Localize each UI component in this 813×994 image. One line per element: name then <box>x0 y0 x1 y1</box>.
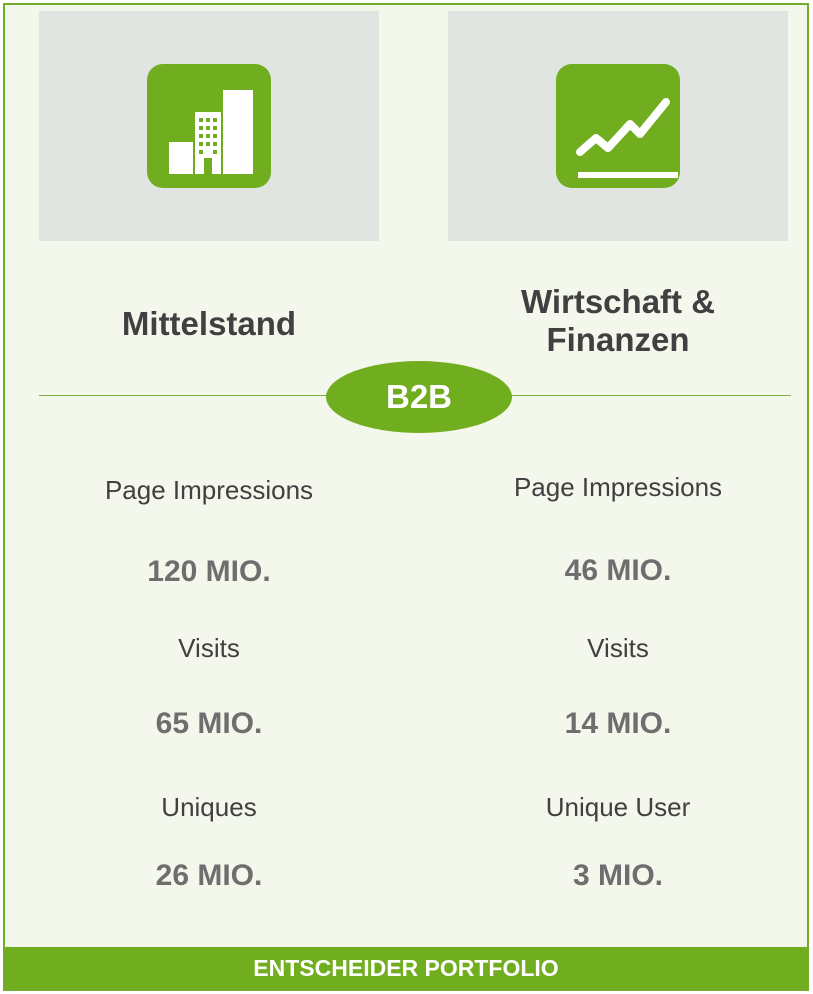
b2b-badge: B2B <box>326 361 512 433</box>
metric-value: 46 MIO. <box>564 554 672 587</box>
metric-value: 14 MIO. <box>564 707 672 740</box>
metric-value: 3 MIO. <box>572 859 663 892</box>
metric-label: Visits <box>587 633 649 663</box>
divider-right <box>491 395 791 396</box>
metric-value: 26 MIO. <box>155 859 263 892</box>
portfolio-card: Mittelstand Wirtschaft & Finanzen B2B Pa… <box>3 3 809 991</box>
mittelstand-icon-tile <box>39 11 379 241</box>
metric-value: 120 MIO. <box>147 555 271 588</box>
divider-left <box>39 395 339 396</box>
metric-label: Unique User <box>545 792 691 822</box>
metric-label: Page Impressions <box>513 472 723 502</box>
metric-label: Uniques <box>161 792 257 822</box>
trend-line-icon <box>556 64 680 188</box>
column-title-mittelstand: Mittelstand <box>121 305 297 342</box>
building-bar-chart-icon <box>147 64 271 188</box>
metric-label: Page Impressions <box>104 475 314 505</box>
metric-label: Visits <box>178 633 240 663</box>
metric-value: 65 MIO. <box>155 707 263 740</box>
footer-label: ENTSCHEIDER PORTFOLIO <box>253 954 559 981</box>
finanzen-icon-tile <box>448 11 788 241</box>
column-title-finanzen: Wirtschaft & Finanzen <box>520 283 716 358</box>
footer-bar: ENTSCHEIDER PORTFOLIO <box>5 947 807 989</box>
